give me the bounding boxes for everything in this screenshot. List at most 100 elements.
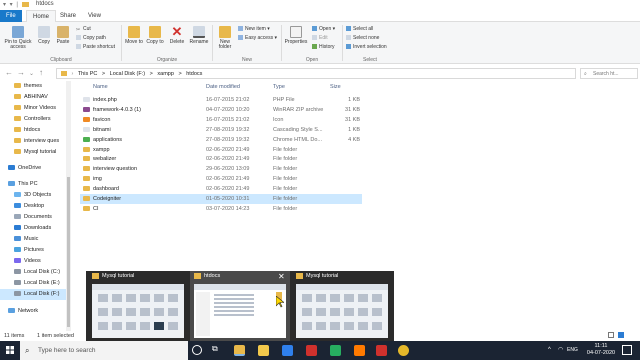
wifi-icon[interactable]: ◠ [558, 346, 563, 353]
tab-view[interactable]: View [82, 10, 107, 22]
cortana-icon[interactable] [192, 345, 202, 355]
tab-share[interactable]: Share [54, 10, 82, 22]
file-row[interactable]: Codeigniter 01-05-2020 10:31 File folder [80, 194, 362, 204]
address-bar[interactable]: › This PC > Local Disk (F:) > xampp > ht… [56, 68, 576, 79]
copy-path-button[interactable]: Copy path [76, 35, 106, 42]
nav-item-local-disk-f[interactable]: Local Disk (F:) [0, 289, 66, 300]
mail-icon[interactable] [282, 345, 293, 356]
pin-quick-access-button[interactable]: Pin to Quick access [2, 26, 34, 50]
file-row[interactable]: index.php 16-07-2015 21:02 PHP File 1 KB [80, 95, 362, 105]
breadcrumb-local-disk[interactable]: Local Disk (F:) [110, 71, 145, 77]
nav-item-onedrive[interactable]: OneDrive [8, 163, 66, 174]
nav-item-downloads[interactable]: Downloads [14, 223, 66, 234]
file-row[interactable]: webalizer 02-06-2020 21:49 File folder [80, 154, 362, 164]
nav-item-htdocs[interactable]: htdocs [14, 125, 66, 136]
close-icon[interactable]: ✕ [278, 272, 285, 281]
select-all-button[interactable]: Select all [346, 26, 373, 33]
nav-item-local-disk-e[interactable]: Local Disk (E:) [14, 278, 66, 289]
breadcrumb-xampp[interactable]: xampp [157, 71, 174, 77]
column-header-type[interactable]: Type [273, 84, 285, 90]
column-header-name[interactable]: Name [93, 84, 108, 90]
breadcrumb-this-pc[interactable]: This PC [78, 71, 98, 77]
nav-item-themes[interactable]: themes [14, 81, 66, 92]
notifications-icon[interactable] [622, 345, 632, 355]
tiles-view-icon[interactable] [618, 332, 624, 338]
nav-item-minor-videos[interactable]: Minor Videos [14, 103, 66, 114]
language-indicator[interactable]: ENG [567, 347, 578, 353]
file-row[interactable]: img 02-06-2020 21:49 File folder [80, 174, 362, 184]
details-view-icon[interactable] [608, 332, 614, 338]
thumbnail-window-3[interactable]: Mysql tutorial [292, 271, 392, 341]
start-button[interactable] [0, 341, 20, 360]
nav-item-local-disk-c[interactable]: Local Disk (C:) [14, 267, 66, 278]
invert-selection-button[interactable]: Invert selection [346, 44, 387, 51]
nav-item-videos[interactable]: Videos [14, 256, 66, 267]
new-item-button[interactable]: New item ▾ [238, 26, 270, 33]
app-icon[interactable] [306, 345, 317, 356]
recent-chevron-icon[interactable]: ⌄ [29, 70, 34, 77]
nav-item-controllers[interactable]: Controllers [14, 114, 66, 125]
delete-button[interactable]: ✕ Delete [168, 25, 186, 45]
chrome-icon[interactable] [398, 345, 409, 356]
paste-button[interactable]: Paste [54, 26, 72, 45]
nav-item-3d-objects[interactable]: 3D Objects [14, 190, 66, 201]
tray-chevron-icon[interactable]: ^ [548, 347, 551, 353]
nav-item-pictures[interactable]: Pictures [14, 245, 66, 256]
breadcrumb-htdocs[interactable]: htdocs [186, 71, 202, 77]
nav-item-network[interactable]: Network [8, 306, 66, 317]
file-row[interactable]: favicon 16-07-2015 21:02 Icon 31 KB [80, 115, 362, 125]
open-button[interactable]: Open ▾ [312, 26, 335, 33]
media-icon[interactable] [376, 345, 387, 356]
column-header-size[interactable]: Size [330, 84, 341, 90]
tab-home[interactable]: Home [26, 10, 57, 22]
copy-button[interactable]: Copy [36, 26, 52, 45]
computer-icon [8, 180, 15, 186]
thumbnail-window-1[interactable]: Mysql tutorial [88, 271, 188, 341]
quick-access-toolbar[interactable]: ▾ ▾ | [3, 1, 19, 8]
properties-button[interactable]: Properties [284, 26, 308, 45]
nav-item-music[interactable]: Music [14, 234, 66, 245]
edit-button[interactable]: Edit [312, 35, 328, 42]
file-row[interactable]: interview question 29-06-2020 13:09 File f… [80, 164, 362, 174]
nav-item-label: Music [24, 236, 39, 242]
rename-button[interactable]: Rename [189, 26, 209, 45]
nav-item-this-pc[interactable]: This PC [8, 179, 66, 190]
history-button[interactable]: History [312, 44, 335, 51]
file-row[interactable]: CI 03-07-2020 14:23 File folder [80, 204, 362, 214]
task-view-icon[interactable]: ⧉ [212, 344, 218, 354]
move-to-button[interactable]: Move to [125, 26, 143, 45]
nav-item-abhinav[interactable]: ABHINAV [14, 92, 66, 103]
nav-item-desktop[interactable]: Desktop [14, 201, 66, 212]
file-row[interactable]: applications 27-08-2019 19:32 Chrome HTML … [80, 135, 362, 145]
file-row[interactable]: bitnami 27-08-2019 19:32 Cascading Style S… [80, 125, 362, 135]
nav-item-mysql-tutorial[interactable]: Mysql tutorial [14, 147, 66, 158]
column-header-date[interactable]: Date modified [206, 84, 240, 90]
file-row[interactable]: dashboard 02-06-2020 21:49 File folder [80, 184, 362, 194]
search-input[interactable]: ⌕ Search ht... [580, 68, 638, 79]
store-icon[interactable] [258, 345, 269, 356]
up-arrow-icon[interactable]: ↑ [39, 68, 43, 77]
edit-icon [312, 35, 317, 40]
paste-shortcut-button[interactable]: Paste shortcut [76, 44, 115, 51]
forward-arrow-icon[interactable]: → [17, 68, 25, 77]
nav-item-documents[interactable]: Documents [14, 212, 66, 223]
nav-scrollbar[interactable] [66, 81, 71, 331]
select-none-button[interactable]: Select none [346, 35, 379, 42]
cut-button[interactable]: ✂ Cut [76, 26, 91, 33]
thumbnail-window-2[interactable]: htdocs ✕ [190, 271, 290, 341]
nav-scroll-thumb[interactable] [67, 177, 70, 327]
copy-to-button[interactable]: Copy to [146, 26, 164, 45]
file-explorer-icon[interactable] [234, 345, 245, 356]
new-folder-button[interactable]: New folder [215, 26, 235, 50]
easy-access-button[interactable]: Easy access ▾ [238, 35, 277, 42]
tab-file[interactable]: File [0, 10, 22, 22]
xampp-icon[interactable] [354, 345, 365, 356]
back-arrow-icon[interactable]: ← [5, 68, 13, 77]
file-row[interactable]: framework-4.0.3 (1) 04-07-2020 10:20 WinRA… [80, 105, 362, 115]
file-row[interactable]: xampp 02-06-2020 21:49 File folder [80, 145, 362, 155]
sublime-icon[interactable] [330, 345, 341, 356]
nav-item-interview-ques[interactable]: interview ques [14, 136, 66, 147]
taskbar-search-input[interactable]: ⌕ Type here to search [20, 341, 188, 360]
clock[interactable]: 11:11 04-07-2020 [584, 343, 618, 357]
copy-path-icon [76, 35, 81, 40]
